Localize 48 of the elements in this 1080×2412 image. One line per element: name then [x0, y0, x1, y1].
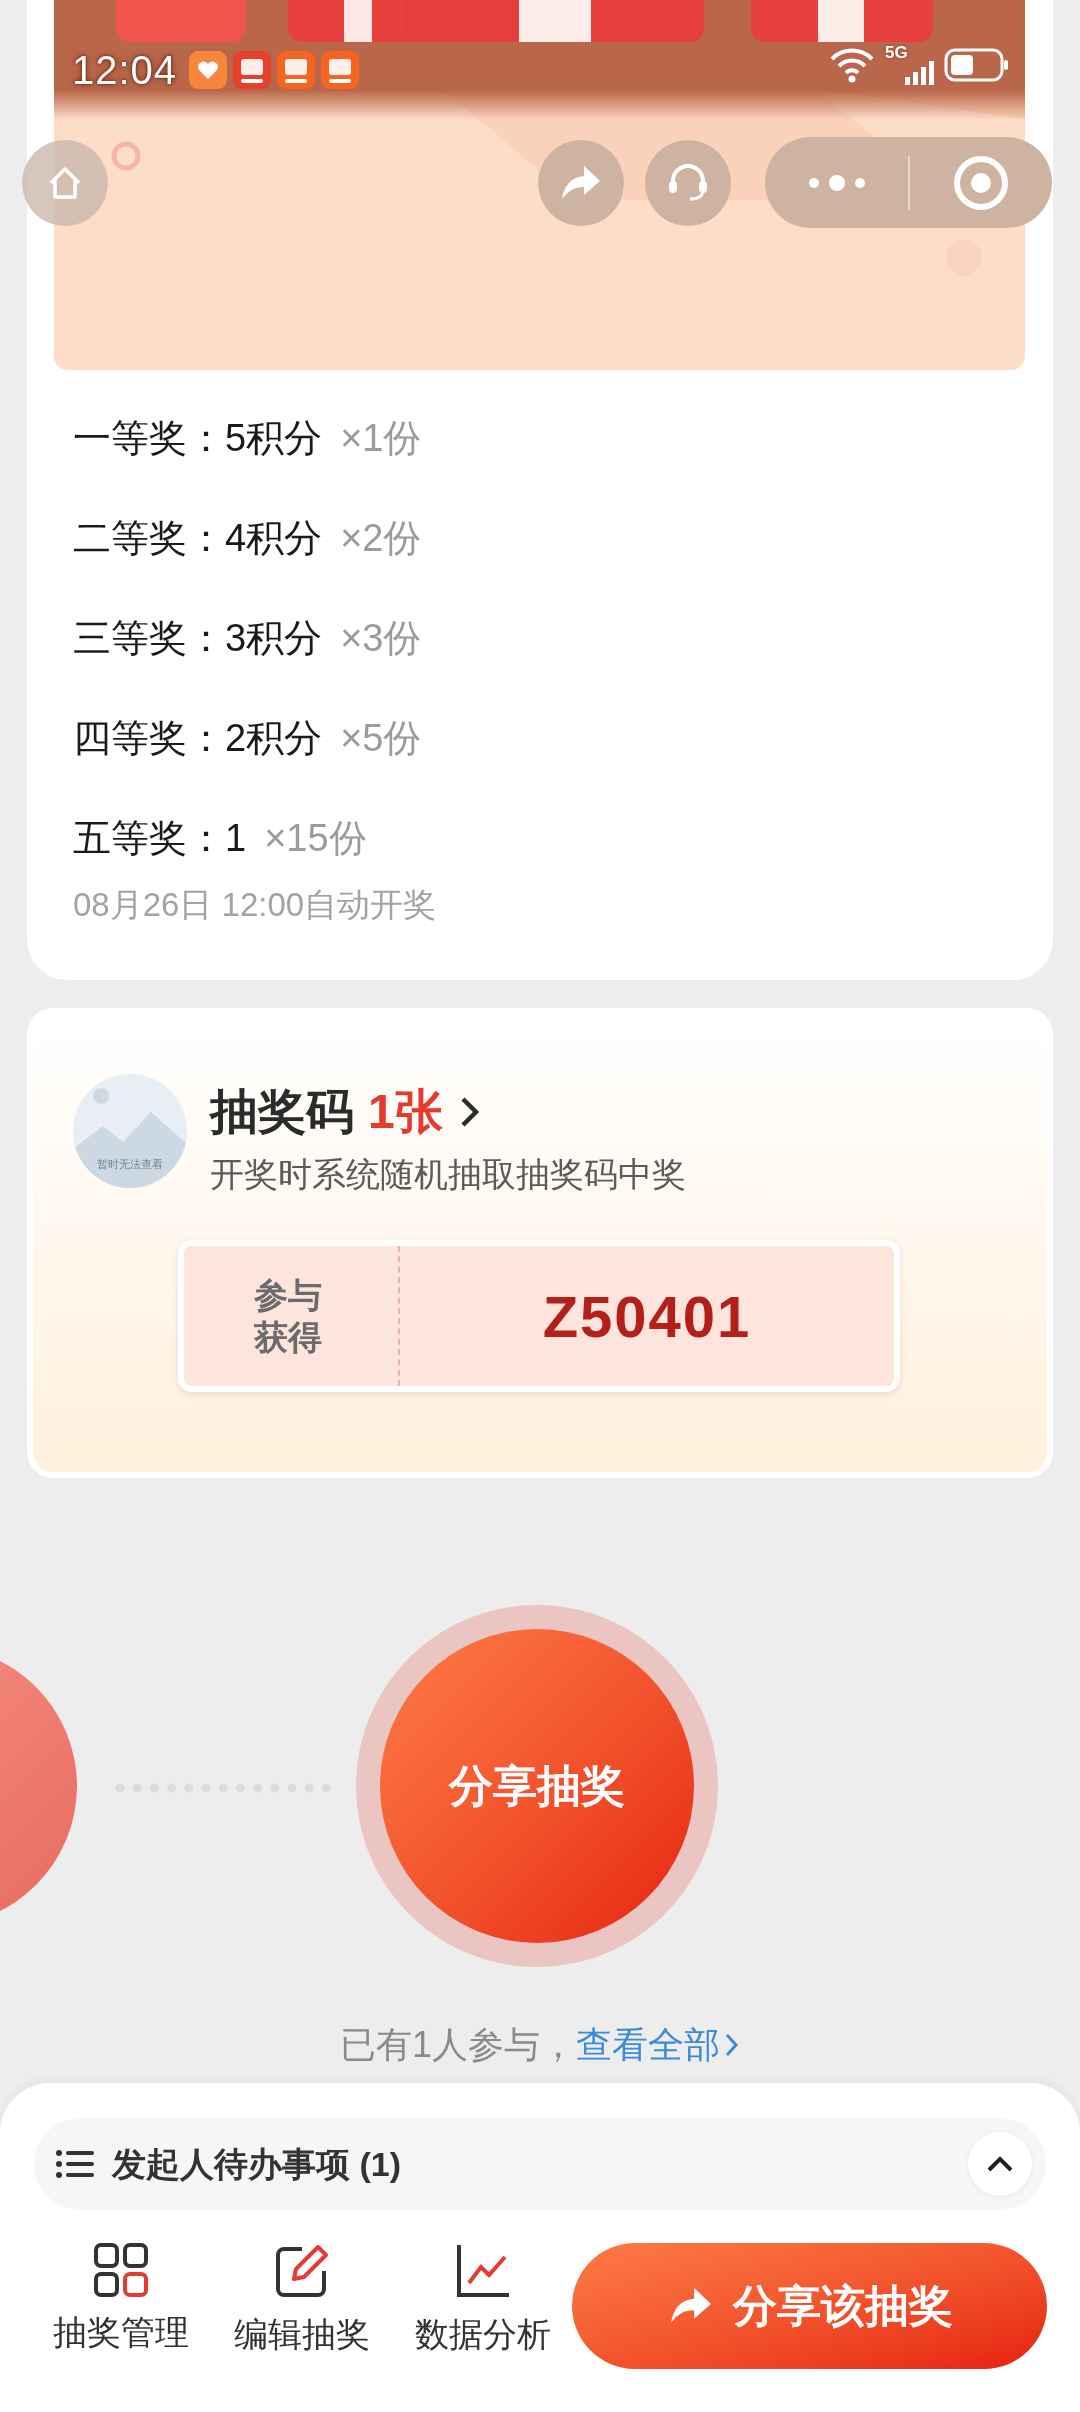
draw-time: 08月26日 12:00自动开奖 [73, 885, 437, 925]
ticket-label: 参与获得 [253, 1274, 323, 1358]
prize-count: ×1份 [340, 415, 422, 461]
prize-value: 3积分 [225, 615, 323, 661]
share-lottery-main-button[interactable]: 分享该抽奖 [572, 2243, 1047, 2369]
todo-bar[interactable]: 发起人待办事项 (1) [34, 2118, 1046, 2210]
prize-value: 4积分 [225, 515, 323, 561]
nav-item[interactable]: 抽奖管理 [30, 2243, 211, 2360]
prize-label: 五等奖： [73, 815, 225, 861]
prize-label: 三等奖： [73, 615, 225, 661]
close-icon [953, 154, 1009, 211]
app-notification-icon [233, 51, 272, 89]
chevron-up-icon [986, 2155, 1014, 2173]
heart-app-icon [189, 51, 228, 89]
prize-value: 1 [225, 815, 247, 861]
prize-label: 一等奖： [73, 415, 225, 461]
code-subtitle: 开奖时系统随机抽取抽奖码中奖 [210, 1154, 686, 1195]
signal-icon [905, 61, 934, 85]
avatar-caption: 暂时无法查看 [96, 1157, 164, 1172]
lottery-code: Z50401 [542, 1282, 752, 1351]
prize-count: ×2份 [340, 515, 422, 561]
chevron-right-icon [724, 2031, 740, 2059]
battery-icon [944, 47, 1010, 82]
code-count: 1张 [368, 1084, 443, 1140]
prize-count: ×15份 [264, 815, 367, 861]
nav-item[interactable]: 数据分析 [392, 2243, 573, 2360]
prize-value: 5积分 [225, 415, 323, 461]
prize-count: ×5份 [340, 715, 422, 761]
wifi-icon [829, 46, 875, 83]
share-lottery-button[interactable]: 分享抽奖 [380, 1629, 694, 1943]
app-notification-icon [277, 51, 316, 89]
participants-text: 已有1人参与， [340, 2023, 576, 2067]
code-title: 抽奖码 [210, 1084, 354, 1140]
line-chart-icon [454, 2243, 511, 2299]
todo-label: 发起人待办事项 (1) [112, 2143, 401, 2185]
edit-icon [273, 2243, 330, 2299]
more-icon [807, 173, 866, 192]
nav-item[interactable]: 编辑抽奖 [211, 2243, 392, 2360]
chevron-right-icon[interactable] [458, 1095, 481, 1129]
prize-label: 四等奖： [73, 715, 225, 761]
network-type: 5G [885, 44, 908, 61]
prize-value: 2积分 [225, 715, 323, 761]
app-notification-icon [321, 51, 360, 89]
list-icon [56, 2149, 94, 2179]
prize-label: 二等奖： [73, 515, 225, 561]
prize-count: ×3份 [340, 615, 422, 661]
status-time: 12:04 [72, 47, 178, 94]
grid-icon [93, 2243, 148, 2297]
